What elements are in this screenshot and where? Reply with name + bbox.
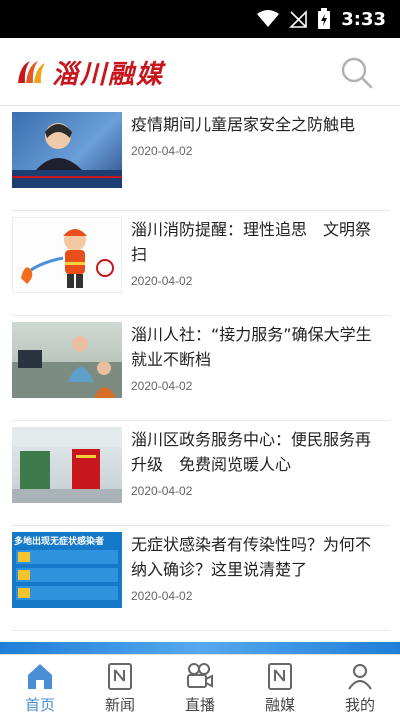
news-title: 无症状感染者有传染性吗？为何不纳入确诊？这里说清楚了 [131,535,372,579]
news-item[interactable]: 疫情期间儿童居家安全之防触电 2020-04-02 [12,106,390,211]
logo-mark-icon [18,61,45,83]
news-title: 淄川区政务服务中心：便民服务再升级 免费阅览暖人心 [131,430,372,474]
news-item[interactable]: 多地出现无症状感染者 无症状感染者有传染性吗？为何不纳入确诊？这里说清楚了 20… [12,526,390,631]
news-list: 疫情期间儿童居家安全之防触电 2020-04-02 淄川消防提醒：理性追思 文明… [0,106,400,642]
tab-live[interactable]: 直播 [160,655,240,720]
firefighter-cartoon [21,229,114,288]
brand-name: 淄川融媒 [52,59,165,90]
news-thumbnail [12,427,122,503]
news-icon [108,663,132,690]
infographic-graphic [16,550,118,600]
news-title: 淄川消防提醒：理性追思 文明祭扫 [131,220,372,264]
tab-news[interactable]: 新闻 [80,655,160,720]
profile-icon [348,664,372,690]
home-icon [28,664,52,689]
news-photo-speaker [12,123,122,188]
news-date: 2020-04-02 [131,379,193,393]
app-logo: 淄川融媒 [16,54,164,90]
news-date: 2020-04-02 [131,144,193,158]
tab-profile[interactable]: 我的 [320,655,400,720]
wifi-icon [257,10,280,27]
tab-label: 新闻 [104,696,135,714]
news-thumbnail [12,217,122,293]
media-icon [268,663,292,690]
news-thumbnail: 多地出现无症状感染者 [12,532,122,608]
news-thumbnail [12,322,122,398]
search-icon[interactable] [340,56,374,90]
news-item[interactable]: 淄川人社：“接力服务”确保大学生就业不断档 2020-04-02 [12,316,390,421]
news-item[interactable]: 淄川消防提醒：理性追思 文明祭扫 2020-04-02 [12,211,390,316]
news-photo-office [12,336,122,398]
status-bar: 3:33 [0,0,400,38]
bottom-tab-bar: 首页 新闻 直播 融媒 我的 [0,654,400,720]
tab-label: 直播 [184,696,215,714]
news-date: 2020-04-02 [131,589,193,603]
news-thumbnail [12,112,122,188]
news-photo-service-hall [12,427,122,503]
tab-label: 融媒 [264,696,295,714]
tab-label: 我的 [344,696,375,714]
news-item[interactable]: 淄川区政务服务中心：便民服务再升级 免费阅览暖人心 2020-04-02 [12,421,390,526]
news-date: 2020-04-02 [131,274,193,288]
news-date: 2020-04-02 [131,484,193,498]
no-signal-icon [289,10,308,28]
app-header: 淄川融媒 [0,38,400,106]
tab-home[interactable]: 首页 [0,655,80,720]
news-title: 淄川人社：“接力服务”确保大学生就业不断档 [131,325,372,369]
promo-banner-strip[interactable] [0,642,400,654]
news-title: 疫情期间儿童居家安全之防触电 [131,115,356,134]
battery-charging-icon [318,8,331,29]
tab-media[interactable]: 融媒 [240,655,320,720]
clock: 3:33 [341,8,386,30]
tab-label: 首页 [24,696,55,714]
live-camera-icon [187,663,213,688]
